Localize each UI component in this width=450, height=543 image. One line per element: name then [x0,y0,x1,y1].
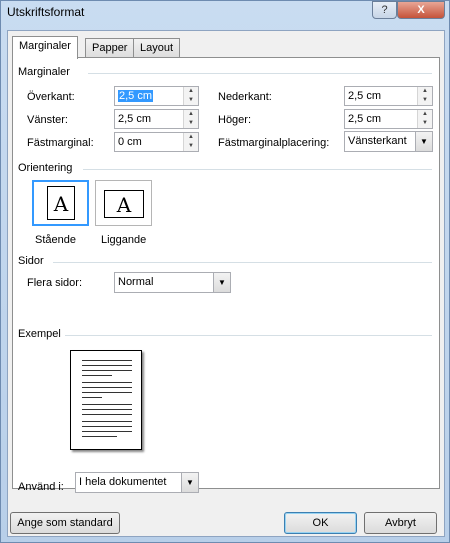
gutter-position-select[interactable]: Vänsterkant ▼ [344,131,433,152]
multiple-pages-select[interactable]: Normal ▼ [114,272,231,293]
right-margin-label: Höger: [218,114,252,126]
spin-down-icon[interactable]: ▼ [183,96,198,105]
spin-up-icon[interactable]: ▲ [417,87,432,96]
pages-section-title: Sidor [18,255,44,267]
preview-line [82,409,132,410]
close-button[interactable]: X [397,1,445,19]
preview-divider [65,335,432,336]
apply-to-label: Använd i: [18,481,64,493]
spin-up-icon[interactable]: ▲ [183,133,198,142]
tab-paper[interactable]: Papper [85,38,135,58]
ok-button[interactable]: OK [284,512,357,534]
gutter-position-value: Vänsterkant [348,135,407,147]
top-margin-spinner[interactable]: 2,5 cm ▲ ▼ [114,86,199,106]
margins-divider [88,73,432,74]
left-margin-label: Vänster: [27,114,68,126]
left-margin-spinner[interactable]: 2,5 cm ▲ ▼ [114,109,199,129]
title-bar[interactable]: Utskriftsformat ? X [1,1,449,25]
multiple-pages-value: Normal [118,276,154,288]
spin-down-icon[interactable]: ▼ [183,142,198,151]
cancel-button[interactable]: Avbryt [364,512,437,534]
preview-line [82,436,117,437]
orientation-section-title: Orientering [18,162,73,174]
spin-down-icon[interactable]: ▼ [417,96,432,105]
chevron-down-icon[interactable]: ▼ [213,273,230,292]
portrait-page-icon: A [47,186,75,220]
bottom-margin-label: Nederkant: [218,91,272,103]
tab-layout[interactable]: Layout [133,38,181,58]
portrait-label[interactable]: Stående [35,234,76,246]
apply-to-select[interactable]: I hela dokumentet ▼ [75,472,199,493]
multiple-pages-label: Flera sidor: [27,277,83,289]
margins-section-title: Marginaler [18,66,70,78]
orientation-divider [83,169,432,170]
gutter-position-label: Fästmarginalplacering: [218,137,330,149]
tab-margins[interactable]: Marginaler [12,36,78,59]
gutter-label: Fästmarginal: [27,137,94,149]
gutter-spinner[interactable]: 0 cm ▲ ▼ [114,132,199,152]
left-margin-value[interactable]: 2,5 cm [118,113,151,125]
preview-line [82,370,132,371]
window-title: Utskriftsformat [7,5,85,19]
apply-to-value: I hela dokumentet [79,476,167,488]
set-as-default-button[interactable]: Ange som standard [10,512,120,534]
preview-line [82,426,132,427]
chevron-down-icon[interactable]: ▼ [415,132,432,151]
preview-line [82,382,132,383]
chevron-down-icon[interactable]: ▼ [181,473,198,492]
preview-line [82,397,102,398]
preview-line [82,431,132,432]
spin-up-icon[interactable]: ▲ [183,110,198,119]
preview-line [82,360,132,361]
right-margin-spinner[interactable]: 2,5 cm ▲ ▼ [344,109,433,129]
preview-section-title: Exempel [18,328,61,340]
preview-line [82,392,132,393]
preview-line [82,375,112,376]
top-margin-value[interactable]: 2,5 cm [118,90,154,102]
pages-divider [53,262,432,263]
landscape-page-icon: A [104,190,144,218]
preview-line [82,421,132,422]
top-margin-label: Överkant: [27,91,75,103]
dialog-client-area: Marginaler Papper Layout Marginaler Över… [7,30,445,537]
spin-up-icon[interactable]: ▲ [183,87,198,96]
portrait-option[interactable]: A [32,180,89,226]
preview-line [82,414,132,415]
spin-up-icon[interactable]: ▲ [417,110,432,119]
landscape-label[interactable]: Liggande [101,234,146,246]
spin-down-icon[interactable]: ▼ [183,119,198,128]
spin-down-icon[interactable]: ▼ [417,119,432,128]
bottom-margin-spinner[interactable]: 2,5 cm ▲ ▼ [344,86,433,106]
preview-line [82,387,132,388]
right-margin-value[interactable]: 2,5 cm [348,113,381,125]
help-button[interactable]: ? [372,1,397,19]
bottom-margin-value[interactable]: 2,5 cm [348,90,381,102]
page-preview [70,350,142,450]
page-setup-dialog: Utskriftsformat ? X Marginaler Papper La… [0,0,450,543]
landscape-option[interactable]: A [95,180,152,226]
preview-line [82,404,132,405]
preview-line [82,365,132,366]
gutter-value[interactable]: 0 cm [118,136,142,148]
